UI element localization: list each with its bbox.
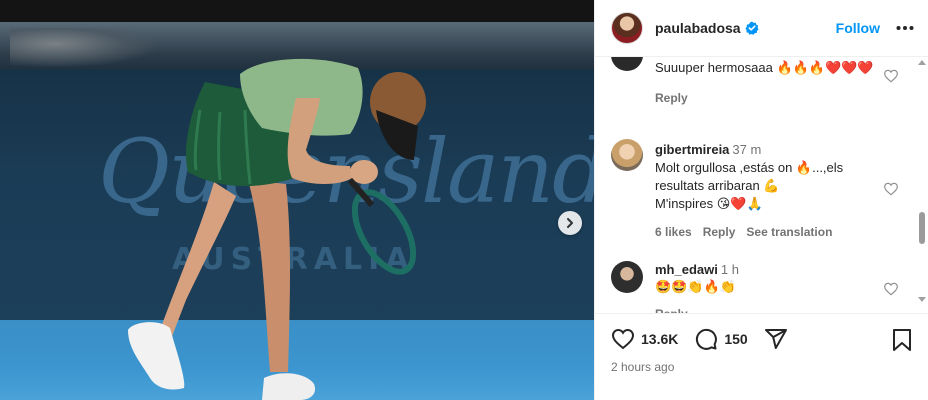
post-header: paulabadosa Follow bbox=[595, 0, 928, 57]
bookmark-icon bbox=[893, 329, 911, 351]
comment-text: Suuuper hermosaaa bbox=[655, 60, 773, 75]
author-username[interactable]: paulabadosa bbox=[655, 20, 741, 36]
reply-button[interactable]: Reply bbox=[703, 223, 736, 241]
scroll-up-arrow-icon[interactable] bbox=[918, 59, 926, 65]
comment-meta: 6 likes Reply See translation bbox=[655, 223, 879, 241]
comment-bubble-icon bbox=[696, 328, 718, 350]
follow-button[interactable]: Follow bbox=[836, 20, 880, 36]
save-button[interactable] bbox=[891, 328, 913, 357]
comment-like-icon[interactable] bbox=[883, 68, 899, 84]
comment-text-line: resultats arribaran 💪 bbox=[655, 178, 780, 193]
post-side-panel: paulabadosa Follow Suuuper hermosaaa 🔥🔥🔥… bbox=[594, 0, 928, 400]
comment-body: mh_edawi1 h 🤩🤩👏🔥👏 Reply bbox=[655, 261, 879, 313]
comment-item: mh_edawi1 h 🤩🤩👏🔥👏 Reply bbox=[595, 259, 915, 313]
next-media-button[interactable] bbox=[558, 211, 582, 235]
comment-text-line: Molt orgullosa ,estás on 🔥...,els bbox=[655, 160, 844, 175]
comment-avatar[interactable] bbox=[611, 261, 643, 293]
comment-timestamp: 37 m bbox=[732, 142, 762, 157]
comment-text-line: M'inspires 😘❤️🙏 bbox=[655, 196, 763, 211]
reply-button[interactable]: Reply bbox=[655, 305, 688, 313]
comment-emojis: 🔥🔥🔥❤️❤️❤️ bbox=[776, 61, 874, 76]
share-button[interactable] bbox=[764, 327, 788, 351]
heart-icon bbox=[611, 328, 635, 350]
comment-meta: Reply bbox=[655, 89, 879, 107]
comment-avatar[interactable] bbox=[611, 57, 643, 71]
comment-likes-count[interactable]: 6 likes bbox=[655, 223, 692, 241]
post-actions: 13.6K 150 2 hours ago bbox=[595, 313, 928, 400]
comment-username[interactable]: gibertmireia bbox=[655, 142, 729, 157]
comment-like-icon[interactable] bbox=[883, 281, 899, 297]
like-button[interactable]: 13.6K bbox=[611, 327, 678, 351]
send-icon bbox=[764, 329, 787, 349]
comment-body: gibertmireia 37 m Molt orgullosa ,estás o… bbox=[655, 141, 879, 241]
author-avatar[interactable] bbox=[611, 12, 643, 44]
player-figure bbox=[128, 58, 426, 400]
post-media[interactable]: Queensland AUSTRALIA bbox=[0, 0, 594, 400]
likes-count[interactable]: 13.6K bbox=[641, 331, 678, 347]
comment-emojis: 🤩🤩👏🔥👏 bbox=[655, 280, 736, 295]
comment-timestamp: 1 h bbox=[720, 262, 739, 277]
comments-count[interactable]: 150 bbox=[724, 331, 747, 347]
chevron-right-icon bbox=[567, 218, 573, 228]
comment-body: Suuuper hermosaaa 🔥🔥🔥❤️❤️❤️ Reply bbox=[655, 59, 879, 107]
comments-list[interactable]: Suuuper hermosaaa 🔥🔥🔥❤️❤️❤️ Reply gibert… bbox=[595, 57, 928, 313]
comment-username[interactable]: mh_edawi bbox=[655, 262, 718, 277]
post-time-ago[interactable]: 2 hours ago bbox=[611, 360, 674, 374]
comment-item: Suuuper hermosaaa 🔥🔥🔥❤️❤️❤️ Reply bbox=[595, 57, 915, 127]
action-row: 13.6K 150 bbox=[611, 327, 788, 351]
comment-button[interactable]: 150 bbox=[694, 327, 748, 351]
scrollbar-thumb[interactable] bbox=[919, 212, 925, 244]
see-translation-button[interactable]: See translation bbox=[746, 223, 832, 241]
comment-meta: Reply bbox=[655, 305, 879, 313]
comments-scrollbar[interactable] bbox=[917, 57, 927, 313]
more-options-icon[interactable] bbox=[896, 25, 914, 31]
verified-badge-icon bbox=[744, 21, 759, 35]
comment-like-icon[interactable] bbox=[883, 181, 899, 197]
comment-avatar[interactable] bbox=[611, 139, 643, 171]
scroll-down-arrow-icon[interactable] bbox=[918, 297, 926, 303]
comment-item: gibertmireia 37 m Molt orgullosa ,estás o… bbox=[595, 139, 915, 239]
reply-button[interactable]: Reply bbox=[655, 89, 688, 107]
